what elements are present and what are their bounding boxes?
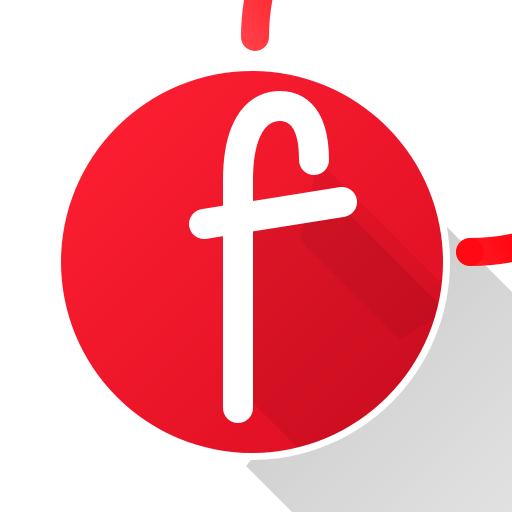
app-icon-canvas bbox=[0, 0, 512, 512]
letter-f-logo-icon bbox=[54, 0, 512, 512]
progress-ring-end-cap bbox=[456, 238, 484, 266]
